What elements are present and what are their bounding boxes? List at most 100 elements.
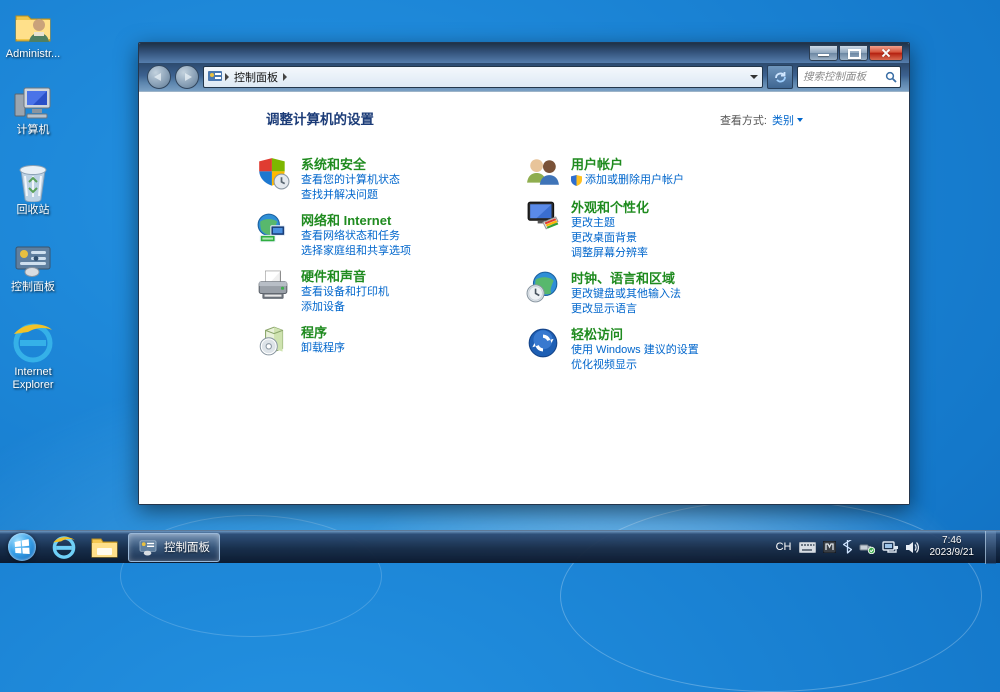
task-button-label: 控制面板: [164, 539, 210, 555]
desktop-icon-control-panel[interactable]: 控制面板: [0, 243, 66, 294]
category-title-link[interactable]: 硬件和声音: [301, 268, 389, 285]
category-task-link[interactable]: 选择家庭组和共享选项: [301, 244, 411, 259]
desktop-icon-label: Administr...: [0, 48, 66, 61]
ease-of-access-icon[interactable]: [526, 326, 560, 360]
category-title-link[interactable]: 程序: [301, 324, 345, 341]
bluetooth-icon[interactable]: [843, 540, 852, 554]
network-icon[interactable]: [882, 541, 898, 554]
close-button[interactable]: [869, 45, 903, 61]
category-task-link[interactable]: 更改键盘或其他输入法: [571, 287, 681, 302]
category-title-link[interactable]: 用户帐户: [571, 156, 684, 173]
view-by-dropdown[interactable]: 类别: [772, 112, 803, 128]
appearance-personalization-icon[interactable]: [526, 199, 560, 233]
category-task-link[interactable]: 更改显示语言: [571, 302, 681, 317]
category-task-link-uac[interactable]: 添加或删除用户帐户: [571, 173, 684, 188]
taskbar-clock[interactable]: 7:46 2023/9/21: [930, 535, 975, 559]
view-by: 查看方式: 类别: [720, 112, 803, 128]
clock-language-region-icon[interactable]: [526, 270, 560, 304]
language-indicator[interactable]: CH: [776, 541, 792, 553]
breadcrumb-arrow-icon: [225, 73, 229, 81]
network-internet-icon[interactable]: [256, 212, 290, 246]
navigation-bar: 控制面板: [139, 63, 909, 91]
folder-icon: [91, 536, 118, 558]
chevron-down-icon: [797, 118, 803, 122]
system-tray: CH: [776, 531, 1000, 564]
category-ease-of-access: 轻松访问 使用 Windows 建议的设置 优化视频显示: [526, 326, 699, 373]
category-title-link[interactable]: 网络和 Internet: [301, 212, 411, 229]
programs-icon[interactable]: [256, 324, 290, 358]
uac-shield-icon: [571, 175, 582, 186]
view-by-label: 查看方式:: [720, 112, 767, 128]
administrator-folder-icon: [13, 8, 53, 46]
category-programs: 程序 卸载程序: [256, 324, 526, 358]
volume-icon[interactable]: [905, 541, 919, 554]
control-panel-window: 控制面板 调整计算机的设置 查看方式: 类别: [138, 42, 910, 505]
control-panel-content: 调整计算机的设置 查看方式: 类别: [139, 91, 909, 504]
search-box[interactable]: [797, 66, 901, 88]
user-accounts-icon[interactable]: [526, 156, 560, 190]
refresh-button[interactable]: [767, 65, 793, 89]
category-network-internet: 网络和 Internet 查看网络状态和任务 选择家庭组和共享选项: [256, 212, 526, 259]
forward-button[interactable]: [175, 65, 199, 89]
category-title-link[interactable]: 轻松访问: [571, 326, 699, 343]
desktop-icon-label: 控制面板: [0, 281, 66, 294]
back-button[interactable]: [147, 65, 171, 89]
category-column-left: 系统和安全 查看您的计算机状态 查找并解决问题: [256, 156, 526, 382]
category-appearance-personalization: 外观和个性化 更改主题 更改桌面背景 调整屏幕分辨率: [526, 199, 699, 261]
desktop-icon-administrator[interactable]: Administr...: [0, 8, 66, 61]
category-title-link[interactable]: 外观和个性化: [571, 199, 649, 216]
category-clock-language-region: 时钟、语言和区域 更改键盘或其他输入法 更改显示语言: [526, 270, 699, 317]
category-task-link[interactable]: 更改主题: [571, 216, 649, 231]
refresh-icon: [774, 71, 787, 84]
show-desktop-button[interactable]: [985, 531, 996, 564]
desktop-icon-label: Internet Explorer: [0, 366, 66, 391]
taskbar-internet-explorer-button[interactable]: [45, 533, 83, 562]
hardware-sound-icon[interactable]: [256, 268, 290, 302]
breadcrumb-control-panel[interactable]: 控制面板: [232, 69, 280, 85]
category-system-security: 系统和安全 查看您的计算机状态 查找并解决问题: [256, 156, 526, 203]
address-control-panel-icon: [208, 71, 222, 83]
desktop-icon-internet-explorer[interactable]: Internet Explorer: [0, 320, 66, 391]
taskbar-control-panel-task[interactable]: 控制面板: [128, 533, 220, 562]
category-task-link[interactable]: 卸载程序: [301, 341, 345, 356]
category-grid: 系统和安全 查看您的计算机状态 查找并解决问题: [256, 156, 909, 382]
desktop-icon-computer[interactable]: 计算机: [0, 86, 66, 137]
window-titlebar[interactable]: [139, 43, 909, 63]
category-title-link[interactable]: 时钟、语言和区域: [571, 270, 681, 287]
category-column-right: 用户帐户 添加或删除用户帐户: [526, 156, 699, 382]
control-panel-icon: [138, 539, 158, 556]
category-task-link[interactable]: 查找并解决问题: [301, 188, 400, 203]
maximize-button[interactable]: [839, 45, 868, 61]
taskbar-explorer-button[interactable]: [85, 533, 123, 562]
start-button[interactable]: [8, 533, 36, 561]
ime-icon[interactable]: [823, 541, 836, 553]
clock-time: 7:46: [930, 535, 975, 547]
page-title: 调整计算机的设置: [266, 108, 374, 128]
category-task-link[interactable]: 更改桌面背景: [571, 231, 649, 246]
safely-remove-hardware-icon[interactable]: [859, 541, 875, 554]
clock-date: 2023/9/21: [930, 547, 975, 559]
minimize-button[interactable]: [809, 45, 838, 61]
category-task-link[interactable]: 优化视频显示: [571, 358, 699, 373]
desktop-icon-label: 回收站: [0, 204, 66, 217]
category-task-link[interactable]: 查看网络状态和任务: [301, 229, 411, 244]
search-icon[interactable]: [885, 71, 897, 83]
category-task-link[interactable]: 添加设备: [301, 300, 389, 315]
category-task-link[interactable]: 查看设备和打印机: [301, 285, 389, 300]
category-title-link[interactable]: 系统和安全: [301, 156, 400, 173]
category-hardware-sound: 硬件和声音 查看设备和打印机 添加设备: [256, 268, 526, 315]
address-bar[interactable]: 控制面板: [203, 66, 763, 88]
category-task-link[interactable]: 使用 Windows 建议的设置: [571, 343, 699, 358]
address-dropdown-icon[interactable]: [750, 75, 758, 79]
computer-icon: [12, 86, 54, 122]
taskbar: 控制面板 CH: [0, 530, 1000, 563]
category-task-link[interactable]: 查看您的计算机状态: [301, 173, 400, 188]
search-input[interactable]: [801, 70, 885, 84]
category-task-link[interactable]: 调整屏幕分辨率: [571, 246, 649, 261]
keyboard-layout-icon[interactable]: [799, 542, 816, 553]
internet-explorer-icon: [10, 320, 56, 364]
windows-logo-icon: [14, 539, 30, 555]
recycle-bin-icon: [15, 162, 51, 202]
desktop-icon-recycle-bin[interactable]: 回收站: [0, 162, 66, 217]
system-security-icon[interactable]: [256, 156, 290, 190]
